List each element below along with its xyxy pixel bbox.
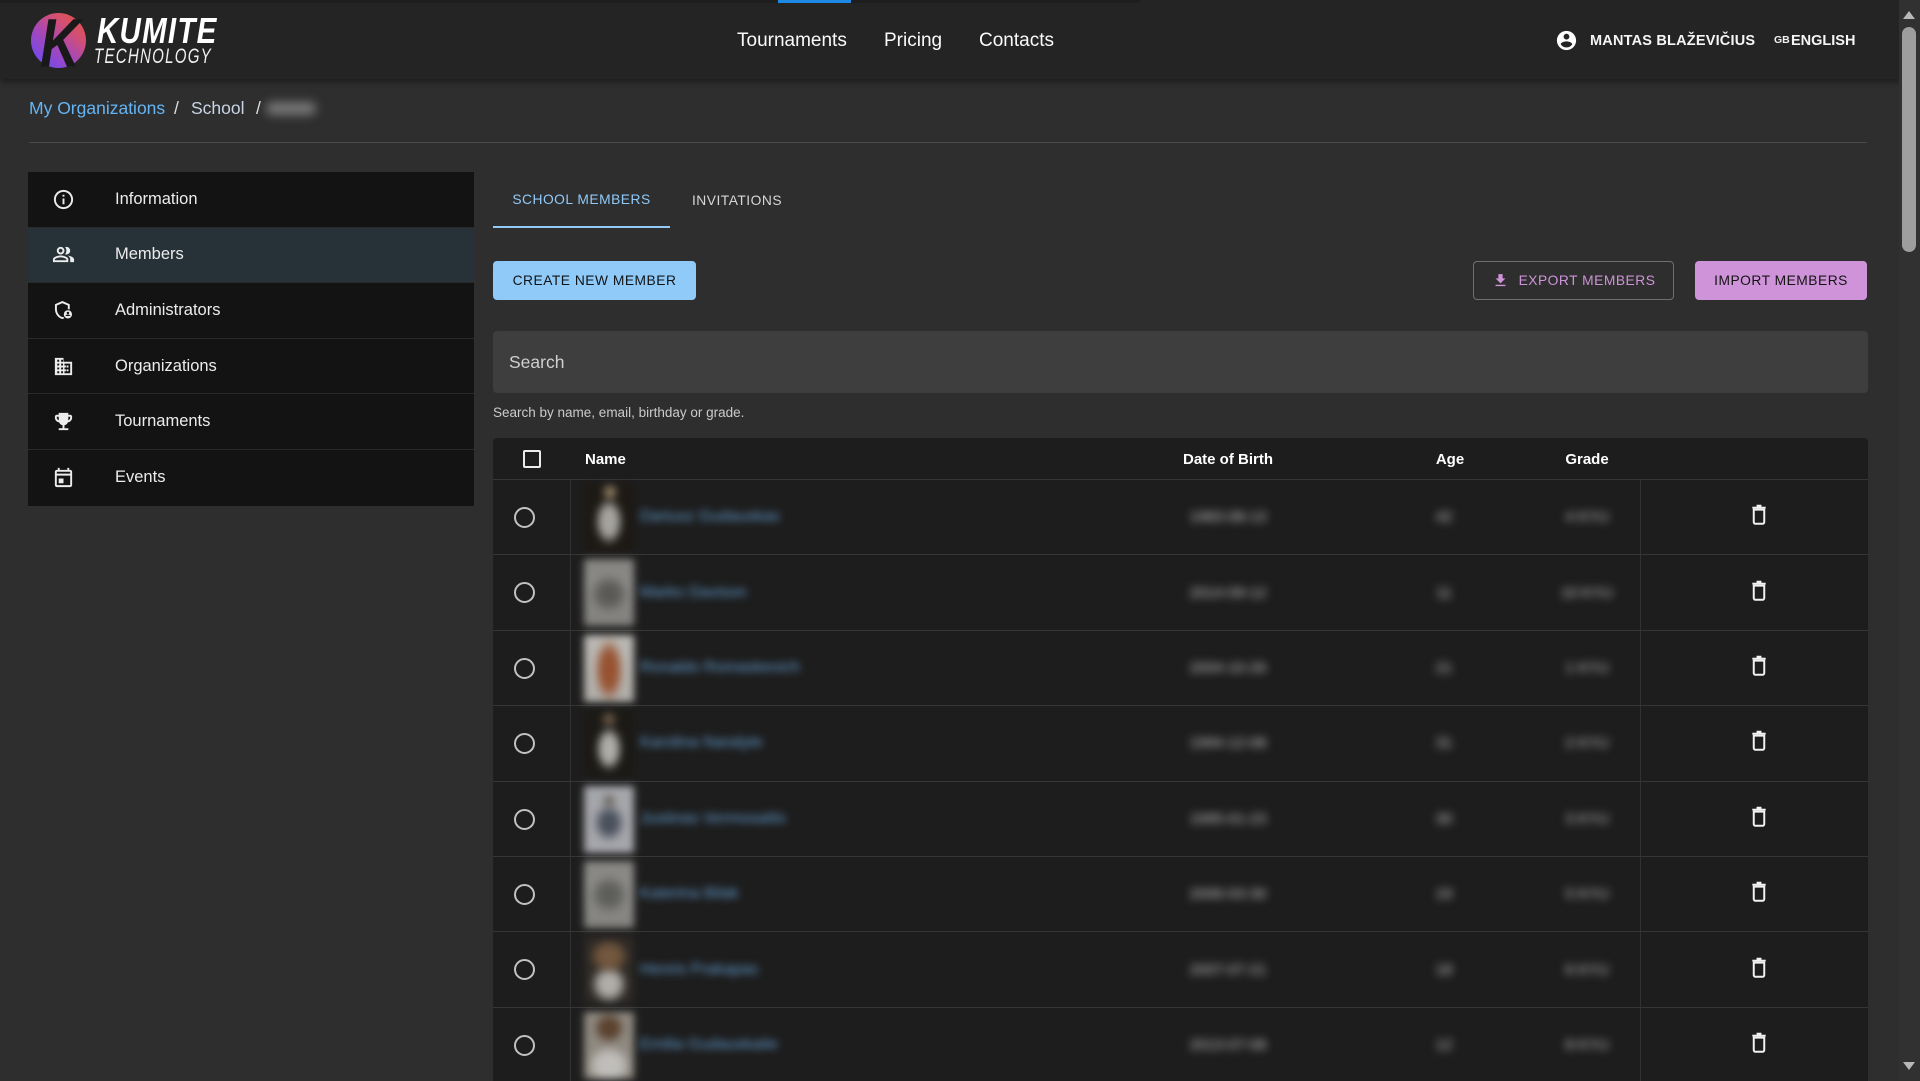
svg-text:K: K bbox=[40, 5, 83, 82]
